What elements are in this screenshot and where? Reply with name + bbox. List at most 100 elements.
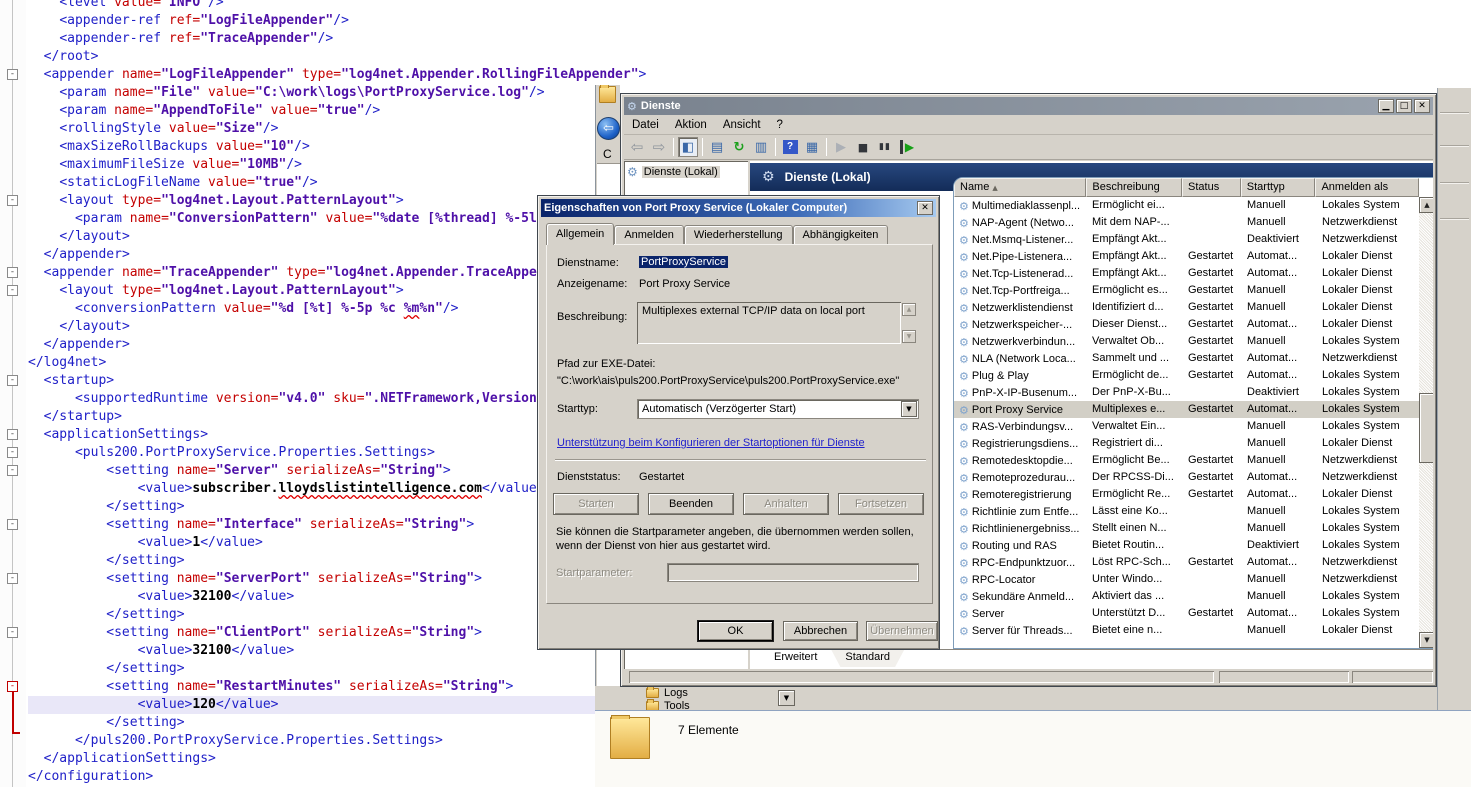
table-row[interactable]: ⚙Netzwerkverbindun...Verwaltet Ob...Gest… [954, 333, 1419, 350]
menu-item-ansicht[interactable]: Ansicht [715, 118, 769, 132]
tab-wiederherstellung[interactable]: Wiederherstellung [684, 225, 793, 244]
fold-toggle-icon[interactable]: - [7, 627, 18, 638]
startoptions-help-link[interactable]: Unterstützung beim Konfigurieren der Sta… [557, 437, 865, 449]
scroll-thumb[interactable] [1419, 393, 1433, 463]
column-header-starttyp[interactable]: Starttyp [1241, 178, 1316, 197]
tab-anmelden[interactable]: Anmelden [614, 225, 684, 244]
starttyp-combobox[interactable]: Automatisch (Verzögerter Start) ▼ [637, 399, 919, 419]
fold-toggle-icon[interactable]: - [7, 573, 18, 584]
code-line[interactable]: <appender-ref ref="LogFileAppender"/> [28, 12, 1471, 30]
tab-allgemein[interactable]: Allgemein [546, 223, 614, 245]
beschreibung-field[interactable]: Multiplexes external TCP/IP data on loca… [637, 302, 901, 344]
fold-toggle-icon[interactable]: - [7, 465, 18, 476]
scroll-up-button[interactable]: ▲ [1419, 197, 1433, 213]
table-row[interactable]: ⚙Routing und RASBietet Routin...Deaktivi… [954, 537, 1419, 554]
column-header-beschreibung[interactable]: Beschreibung [1086, 178, 1182, 197]
column-header-name[interactable]: Name ▲ [954, 178, 1086, 197]
list-scrollbar[interactable]: ▲ ▼ [1419, 197, 1433, 648]
toolbar-start-service-icon[interactable]: ▶ [831, 137, 851, 157]
explorer-dropdown-button[interactable]: ▼ [778, 690, 795, 706]
table-row[interactable]: ⚙Plug & PlayErmöglicht de...GestartetAut… [954, 367, 1419, 384]
table-row[interactable]: ⚙NLA (Network Loca...Sammelt und ...Gest… [954, 350, 1419, 367]
table-row[interactable]: ⚙Net.Msmq-Listener...Empfängt Akt...Deak… [954, 231, 1419, 248]
menu-item-datei[interactable]: Datei [624, 118, 667, 132]
folder-item-tools[interactable]: Tools [646, 700, 690, 710]
table-row[interactable]: ⚙Richtlinienergebniss...Stellt einen N..… [954, 520, 1419, 537]
starten-button[interactable]: Starten [553, 493, 639, 515]
toolbar-back-icon[interactable]: ⇦ [627, 137, 647, 157]
explorer-back-button[interactable]: ⇦ [597, 117, 620, 140]
code-line[interactable]: <level value="INFO"/> [28, 0, 1471, 12]
column-header-anmelden-als[interactable]: Anmelden als [1315, 178, 1419, 197]
fold-toggle-icon[interactable]: - [7, 195, 18, 206]
toolbar-help-icon[interactable]: ? [780, 137, 800, 157]
table-row[interactable]: ⚙Richtlinie zum Entfe...Lässt eine Ko...… [954, 503, 1419, 520]
minimize-button[interactable]: ▁ [1378, 99, 1394, 113]
toolbar-refresh-icon[interactable]: ↻ [729, 137, 749, 157]
fold-toggle-icon[interactable]: - [7, 519, 18, 530]
fold-toggle-icon[interactable]: - [7, 69, 18, 80]
table-row[interactable]: ⚙Netzwerkspeicher-...Dieser Dienst...Ges… [954, 316, 1419, 333]
toolbar-console-tree-icon[interactable]: ◧ [678, 137, 698, 157]
table-row[interactable]: ⚙Server für Threads...Bietet eine n...Ma… [954, 622, 1419, 639]
table-row[interactable]: ⚙RAS-Verbindungsv...Verwaltet Ein...Manu… [954, 418, 1419, 435]
dienstname-value[interactable]: PortProxyService [639, 256, 728, 268]
services-title-bar[interactable]: ⚙ Dienste ▁ □ ✕ [624, 97, 1433, 115]
startparameter-input[interactable] [667, 563, 919, 582]
table-row[interactable]: ⚙Sekundäre Anmeld...Aktiviert das ...Man… [954, 588, 1419, 605]
code-line[interactable]: <appender name="LogFileAppender" type="l… [28, 66, 1471, 84]
combo-dropdown-icon[interactable]: ▼ [901, 401, 917, 417]
dialog-close-button[interactable]: ✕ [917, 201, 933, 215]
fold-toggle-icon[interactable]: - [7, 285, 18, 296]
table-row[interactable]: ⚙NetzwerklistendienstIdentifiziert d...G… [954, 299, 1419, 316]
fold-toggle-icon[interactable]: - [7, 429, 18, 440]
code-line[interactable]: <appender-ref ref="TraceAppender"/> [28, 30, 1471, 48]
table-row[interactable]: ⚙NAP-Agent (Netwo...Mit dem NAP-...Manue… [954, 214, 1419, 231]
view-tab-erweitert[interactable]: Erweitert [760, 650, 831, 667]
table-row[interactable]: ⚙Remoteprozedurau...Der RPCSS-Di...Gesta… [954, 469, 1419, 486]
tab-abhaengigkeiten[interactable]: Abhängigkeiten [793, 225, 889, 244]
fold-toggle-icon[interactable]: - [7, 267, 18, 278]
table-row[interactable]: ⚙Multimediaklassenpl...Ermöglicht ei...M… [954, 197, 1419, 214]
toolbar-pause-service-icon[interactable]: ▮▮ [875, 137, 895, 157]
editor-gutter[interactable]: - - - - - - - - - - - - [0, 0, 26, 787]
close-button[interactable]: ✕ [1414, 99, 1430, 113]
dialog-title-bar[interactable]: Eigenschaften von Port Proxy Service (Lo… [541, 199, 936, 217]
tree-node-dienste-lokal[interactable]: ⚙ Dienste (Lokal) [624, 161, 748, 183]
abbrechen-button[interactable]: Abbrechen [783, 621, 858, 641]
maximize-button[interactable]: □ [1396, 99, 1412, 113]
table-row[interactable]: ⚙Net.Tcp-Portfreiga...Ermöglicht es...Ge… [954, 282, 1419, 299]
scroll-up-button[interactable]: ▲ [902, 303, 916, 316]
folder-item-logs[interactable]: Logs [646, 687, 688, 699]
fold-toggle-icon[interactable]: - [7, 447, 18, 458]
beenden-button[interactable]: Beenden [648, 493, 734, 515]
menu-item-[interactable]: ? [769, 118, 791, 132]
beschreibung-scrollbar[interactable]: ▲ ▼ [902, 303, 917, 343]
table-row[interactable]: ⚙Remotedesktopdie...Ermöglicht Be...Gest… [954, 452, 1419, 469]
fold-toggle-icon[interactable]: - [7, 375, 18, 386]
table-row[interactable]: ⚙Net.Pipe-Listenera...Empfängt Akt...Ges… [954, 248, 1419, 265]
toolbar-show-hide-tree-icon[interactable]: ▦ [802, 137, 822, 157]
toolbar-forward-icon[interactable]: ⇨ [649, 137, 669, 157]
fold-toggle-icon[interactable]: - [7, 681, 18, 692]
uebernehmen-button[interactable]: Übernehmen [866, 621, 938, 641]
code-line[interactable]: </root> [28, 48, 1471, 66]
scroll-down-button[interactable]: ▼ [1419, 632, 1433, 648]
table-row[interactable]: ⚙RPC-LocatorUnter Windo...ManuellNetzwer… [954, 571, 1419, 588]
table-row[interactable]: ⚙Net.Tcp-Listenerad...Empfängt Akt...Ges… [954, 265, 1419, 282]
table-row[interactable]: ⚙PnP-X-IP-Busenum...Der PnP-X-Bu...Deakt… [954, 384, 1419, 401]
menu-item-aktion[interactable]: Aktion [667, 118, 715, 132]
anhalten-button[interactable]: Anhalten [743, 493, 829, 515]
table-row[interactable]: ⚙ServerUnterstützt D...GestartetAutomat.… [954, 605, 1419, 622]
scroll-down-button[interactable]: ▼ [902, 330, 916, 343]
view-tab-standard[interactable]: Standard [831, 650, 904, 667]
fortsetzen-button[interactable]: Fortsetzen [838, 493, 924, 515]
table-row[interactable]: ⚙RPC-Endpunktzuor...Löst RPC-Sch...Gesta… [954, 554, 1419, 571]
table-row[interactable]: ⚙RemoteregistrierungErmöglicht Re...Gest… [954, 486, 1419, 503]
column-header-status[interactable]: Status [1182, 178, 1241, 197]
table-row[interactable]: ⚙Port Proxy ServiceMultiplexes e...Gesta… [954, 401, 1419, 418]
toolbar-export-list-icon[interactable]: ▥ [751, 137, 771, 157]
table-row[interactable]: ⚙Registrierungsdiens...Registriert di...… [954, 435, 1419, 452]
toolbar-stop-service-icon[interactable]: ■ [853, 137, 873, 157]
toolbar-list-view-icon[interactable]: ▤ [707, 137, 727, 157]
